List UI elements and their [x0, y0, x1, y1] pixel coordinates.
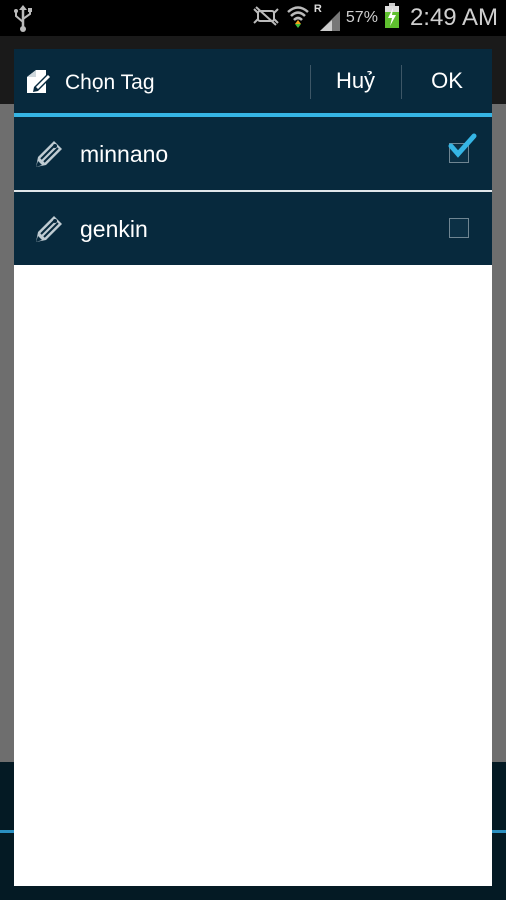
tag-row-minnano[interactable]: minnano [14, 117, 492, 190]
checkmark-icon [445, 133, 477, 164]
tag-checkbox-unchecked[interactable] [449, 218, 469, 238]
clock: 2:49 AM [409, 4, 498, 31]
status-bar: R 57% 2:49 AM [0, 0, 506, 36]
signal-icon: R [314, 3, 340, 31]
tag-edit-icon [24, 67, 54, 102]
ok-button[interactable]: OK [402, 49, 492, 113]
dialog-title: Chọn Tag [65, 71, 155, 94]
tag-label: genkin [80, 216, 148, 242]
battery-charging-icon [384, 2, 400, 34]
mute-icon [252, 5, 280, 32]
choose-tag-dialog: Chọn Tag Huỷ OK minnano genkin [14, 49, 492, 886]
tag-icon [32, 212, 66, 251]
dialog-header: Chọn Tag Huỷ OK [14, 49, 492, 113]
wifi-icon [286, 4, 310, 33]
cancel-button[interactable]: Huỷ [311, 49, 400, 113]
tag-icon [32, 137, 66, 176]
usb-icon [12, 4, 34, 37]
tag-row-genkin[interactable]: genkin [14, 192, 492, 265]
battery-percent: 57% [345, 9, 378, 26]
tag-label: minnano [80, 141, 169, 167]
tag-list: minnano genkin [14, 117, 492, 265]
